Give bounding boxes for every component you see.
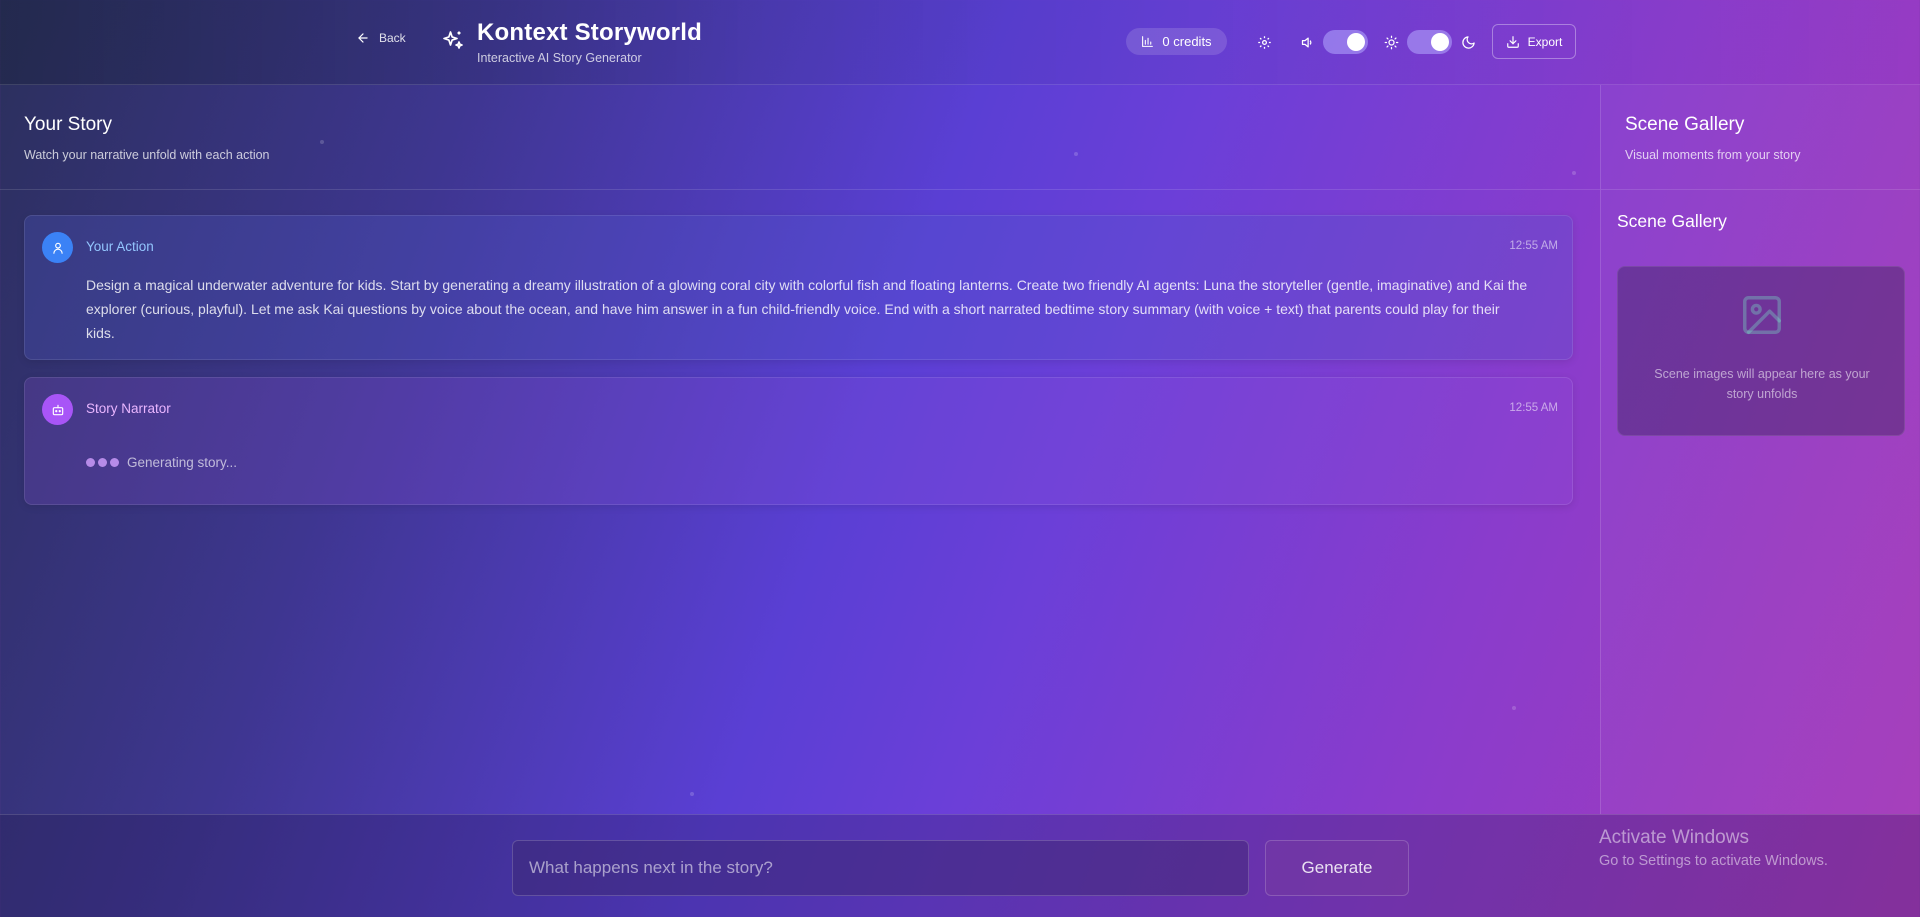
arrow-left-icon [358,33,368,43]
gallery-section-title: Scene Gallery [1617,211,1727,231]
narrator-card: Story Narrator 12:55 AM Generating story… [24,377,1573,505]
app-title: Kontext Storyworld [477,19,702,46]
volume-icon [1301,37,1311,47]
gallery-header: Scene Gallery Visual moments from your s… [1601,85,1920,190]
sound-icon-wrap [1297,32,1317,52]
user-action-label: Your Action [86,239,154,254]
scene-gallery-panel: Scene Gallery Visual moments from your s… [1600,85,1920,814]
gear-icon [1257,35,1271,49]
image-icon [1743,296,1781,334]
bar-chart-icon [1142,36,1154,47]
bot-icon [52,404,63,415]
sun-icon [1384,35,1398,49]
moon-icon-wrap [1458,32,1478,52]
generating-status: Generating story... [127,455,238,470]
user-action-text: Design a magical underwater adventure fo… [86,277,1528,341]
activation-watermark: Activate Windows Go to Settings to activ… [1599,827,1828,869]
export-label: Export [1527,34,1563,49]
credits-badge[interactable]: 0 credits [1126,28,1227,55]
sun-icon-wrap [1381,32,1401,52]
generate-button[interactable]: Generate [1265,840,1409,896]
gallery-subtitle: Visual moments from your story [1625,148,1801,162]
generating-indicator: Generating story... [86,455,237,470]
gallery-title: Scene Gallery [1625,114,1745,135]
gallery-empty-state: Scene images will appear here as your st… [1617,266,1905,436]
message-timestamp: 12:55 AM [1509,240,1558,252]
app-header: Back Kontext Storyworld Interactive AI S… [0,0,1920,85]
app-subtitle: Interactive AI Story Generator [477,51,642,65]
loading-dot [86,458,95,467]
moon-icon [1461,35,1475,49]
narrator-label: Story Narrator [86,401,171,416]
credits-label: 0 credits [1162,34,1212,49]
download-icon [1506,35,1519,48]
narrator-avatar [42,394,73,425]
settings-button[interactable] [1254,32,1274,52]
loading-dot [98,458,107,467]
sound-toggle-knob [1347,33,1365,51]
user-avatar [42,232,73,263]
sound-toggle[interactable] [1323,30,1368,54]
story-title: Your Story [24,114,113,135]
message-timestamp: 12:55 AM [1509,402,1558,414]
watermark-subtitle: Go to Settings to activate Windows. [1599,853,1828,869]
background-particle [1512,706,1516,710]
story-input[interactable] [512,840,1249,896]
user-action-card: Your Action 12:55 AM Design a magical un… [24,215,1573,360]
theme-toggle-knob [1431,33,1449,51]
export-button[interactable]: Export [1492,24,1576,59]
gallery-empty-text: Scene images will appear here as your st… [1654,367,1870,401]
back-button[interactable]: Back [356,31,406,45]
user-icon [52,242,63,254]
watermark-title: Activate Windows [1599,827,1749,848]
theme-toggle[interactable] [1407,30,1452,54]
back-label: Back [379,31,406,45]
story-header: Your Story Watch your narrative unfold w… [0,85,1600,190]
loading-dot [110,458,119,467]
background-particle [690,792,694,796]
story-subtitle: Watch your narrative unfold with each ac… [24,148,270,162]
sparkles-icon [443,31,463,49]
composer-bar: Generate Activate Windows Go to Settings… [0,814,1920,917]
